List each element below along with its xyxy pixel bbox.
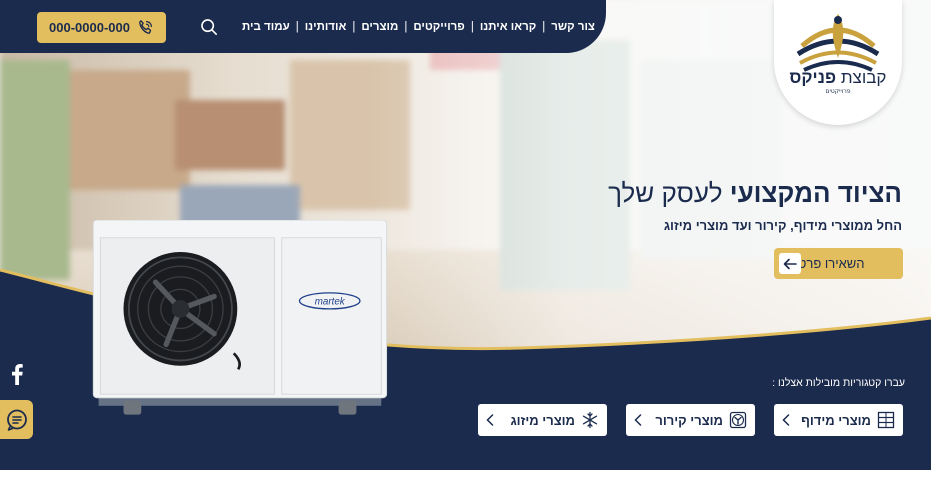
- chevron-left-icon: [486, 414, 494, 426]
- facebook-icon: [11, 364, 23, 385]
- nav-item-products[interactable]: מוצרים: [355, 21, 404, 33]
- nav-separator: |: [295, 21, 299, 33]
- nav-separator: |: [470, 21, 474, 33]
- hero-title-light: לעסק שלך: [608, 178, 723, 208]
- nav-item-about[interactable]: אודותינו: [299, 21, 353, 33]
- hero-title: הציוד המקצועי לעסק שלך: [608, 178, 902, 209]
- page-bottom: [0, 470, 931, 482]
- fan-icon: [729, 411, 747, 429]
- unit-brand: martek: [315, 296, 346, 307]
- nav-item-contact[interactable]: צור קשר: [545, 21, 601, 33]
- search-icon[interactable]: [200, 18, 218, 36]
- chat-icon: [6, 409, 27, 431]
- chat-button[interactable]: [0, 400, 33, 439]
- shelf-icon: [877, 411, 895, 429]
- snowflake-icon: [582, 411, 598, 429]
- category-shelving-button[interactable]: מוצרי מידוף: [774, 404, 903, 436]
- arrow-left-icon: [779, 253, 801, 274]
- hero-title-bold: הציוד המקצועי: [729, 178, 902, 208]
- logo-wordmark: קבוצת פניקס: [789, 68, 887, 87]
- category-ac-button[interactable]: מוצרי מיזוג: [478, 404, 607, 436]
- logo-subtitle: פרוייקטים: [825, 88, 851, 95]
- logo[interactable]: קבוצת פניקס פרוייקטים: [774, 0, 902, 125]
- nav-separator: |: [404, 21, 408, 33]
- condensing-unit-image: martek: [92, 220, 388, 415]
- category-label: מוצרי קירור: [655, 412, 723, 428]
- facebook-button[interactable]: [0, 354, 33, 394]
- phone-button[interactable]: 000-0000-000: [37, 12, 166, 43]
- nav-item-read[interactable]: קראו איתנו: [474, 21, 542, 33]
- leave-details-button[interactable]: השאירו פרטים: [774, 248, 903, 279]
- chevron-left-icon: [782, 414, 790, 426]
- chevron-left-icon: [634, 414, 642, 426]
- phoenix-emblem-icon: [796, 14, 880, 76]
- nav-separator: |: [542, 21, 546, 33]
- hero-subtitle: החל ממוצרי מידוף, קירור ועד מוצרי מיזוג: [663, 218, 902, 233]
- categories-caption: עברו קטגוריות מובילות אצלנו :: [772, 377, 905, 389]
- category-cooling-button[interactable]: מוצרי קירור: [626, 404, 755, 436]
- phone-icon: [139, 19, 152, 34]
- nav-item-home[interactable]: עמוד בית: [236, 21, 296, 33]
- nav-separator: |: [352, 21, 356, 33]
- nav-item-projects[interactable]: פרוייקטים: [407, 21, 471, 33]
- page: 000-0000-000 עמוד בית | אודותינו | מוצרי…: [0, 0, 931, 482]
- phone-number: 000-0000-000: [49, 20, 130, 35]
- category-label: מוצרי מיזוג: [510, 412, 575, 428]
- category-label: מוצרי מידוף: [801, 412, 871, 428]
- main-nav: עמוד בית | אודותינו | מוצרים | פרוייקטים…: [236, 18, 601, 36]
- top-navbar: 000-0000-000 עמוד בית | אודותינו | מוצרי…: [0, 0, 606, 53]
